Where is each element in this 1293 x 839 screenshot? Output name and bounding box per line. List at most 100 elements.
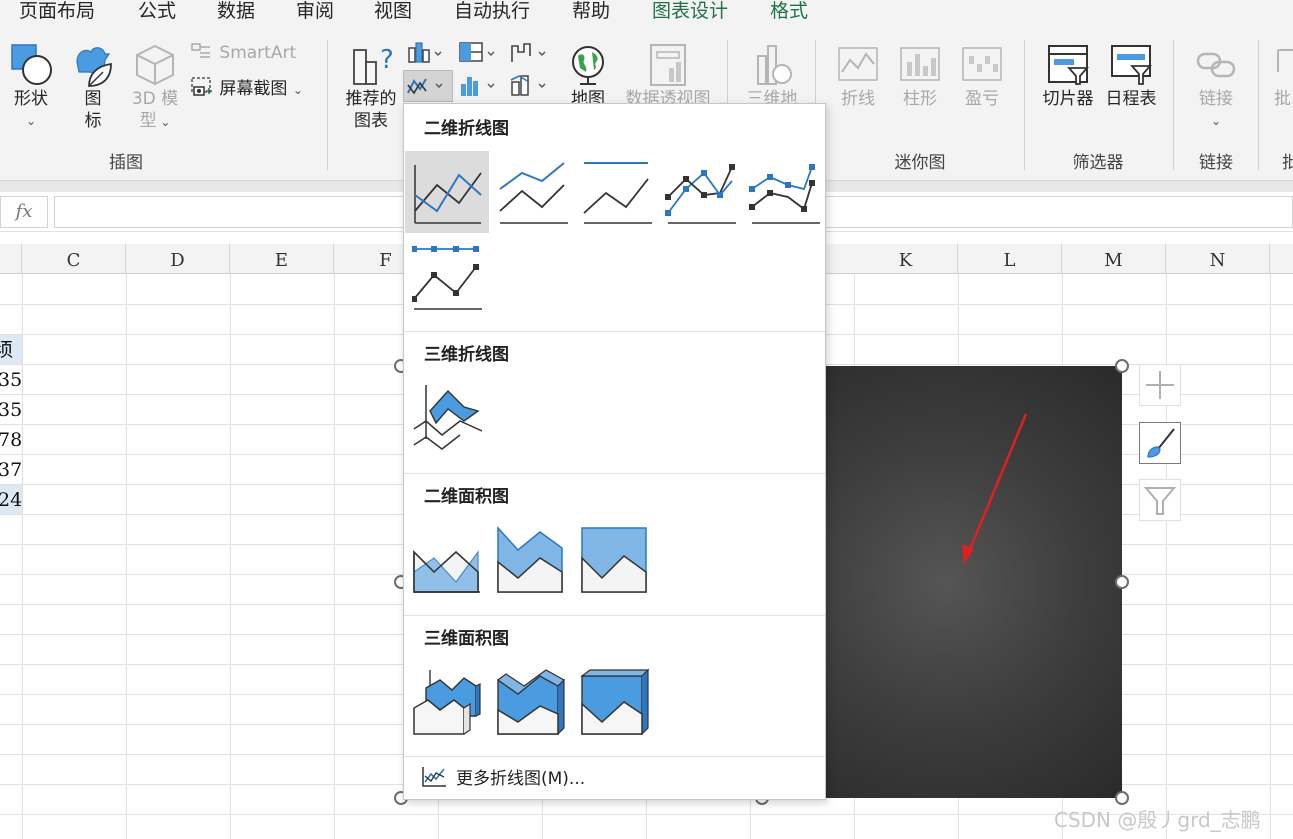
cell-value[interactable]: 37: [0, 456, 22, 484]
line-chart-button[interactable]: [403, 70, 453, 102]
chart-type-3d-stacked-area[interactable]: [496, 664, 576, 744]
comment-icon: [1277, 49, 1293, 72]
column-line: [230, 274, 231, 839]
chart-filters-button[interactable]: [1139, 479, 1181, 521]
tab-formulas[interactable]: 公式: [138, 0, 176, 22]
cell-value[interactable]: 35: [0, 366, 22, 394]
chart-type-area[interactable]: [412, 522, 492, 602]
slicer-button[interactable]: 切片器: [1038, 42, 1098, 110]
chart-type-3d-100-stacked-area[interactable]: [580, 664, 660, 744]
chart-type-stacked-line[interactable]: [496, 153, 576, 233]
column-header-d[interactable]: D: [126, 244, 230, 274]
link-icon: [1196, 52, 1236, 78]
recommended-label-2: 图表: [354, 111, 388, 131]
column-header-partial[interactable]: [0, 244, 22, 274]
combo-chart-icon: [510, 75, 546, 96]
section-divider: [404, 756, 825, 757]
shapes-icon: [11, 44, 52, 85]
sparkline-line-button[interactable]: 折线: [834, 42, 882, 110]
tab-review[interactable]: 审阅: [296, 0, 334, 22]
resize-handle-top-right[interactable]: [1115, 359, 1129, 373]
3d-line-chart-icon: [413, 385, 483, 450]
chart-styles-button[interactable]: [1139, 422, 1181, 464]
3d-models-button[interactable]: 3D 模 型 ⌄: [128, 42, 182, 133]
tab-view[interactable]: 视图: [374, 0, 412, 22]
chart-elements-button[interactable]: [1139, 364, 1181, 406]
shapes-button[interactable]: 形状 ⌄: [8, 42, 54, 132]
tab-chart-design[interactable]: 图表设计: [652, 0, 728, 22]
screenshot-button[interactable]: 屏幕截图 ⌄: [190, 76, 303, 101]
sparkline-column-button[interactable]: 柱形: [896, 42, 944, 110]
percent-stacked-area-chart-icon: [581, 527, 647, 593]
chart-type-100-stacked-area[interactable]: [580, 522, 660, 602]
waterfall-chart-button[interactable]: [509, 40, 549, 70]
3d-map-button[interactable]: 三维地: [742, 42, 802, 110]
chart-type-line[interactable]: [405, 151, 489, 233]
chart-type-line-markers[interactable]: [664, 153, 744, 233]
pivotchart-icon: [650, 44, 686, 86]
column-chart-button[interactable]: [405, 40, 445, 70]
chevron-down-icon: ⌄: [292, 83, 303, 97]
column-header-l[interactable]: L: [958, 244, 1062, 274]
stacked-line-markers-chart-icon: [749, 164, 820, 224]
icons-button[interactable]: 图 标: [70, 42, 116, 132]
globe-icon: [572, 46, 604, 85]
chart-type-100-stacked-line[interactable]: [580, 153, 660, 233]
group-divider: [1173, 40, 1174, 170]
filters-group-label: 筛选器: [1072, 153, 1124, 173]
comment-button[interactable]: 批: [1272, 42, 1293, 110]
3d-area-chart-icon: [413, 670, 481, 735]
map-chart-button[interactable]: 地图: [565, 42, 611, 110]
line-markers-chart-icon: [665, 164, 736, 224]
chart-type-3d-area[interactable]: [412, 664, 492, 744]
tab-data[interactable]: 数据: [217, 0, 255, 22]
chart-type-100-stacked-line-markers[interactable]: [411, 237, 492, 317]
resize-handle-bottom-right[interactable]: [1115, 791, 1129, 805]
recommended-charts-button[interactable]: ? 推荐的 图表: [340, 42, 402, 132]
fx-button[interactable]: fx: [0, 196, 48, 228]
chart-type-stacked-line-markers[interactable]: [748, 153, 828, 233]
timeline-button[interactable]: 日程表: [1100, 42, 1162, 110]
group-divider: [1024, 40, 1025, 170]
tab-format[interactable]: 格式: [770, 0, 808, 22]
percent-stacked-line-markers-chart-icon: [411, 246, 482, 310]
chart-area[interactable]: [826, 366, 1122, 798]
column-header-k[interactable]: K: [854, 244, 958, 274]
resize-handle-right[interactable]: [1115, 575, 1129, 589]
slicer-icon: [1048, 45, 1089, 85]
statistic-chart-button[interactable]: [458, 72, 498, 102]
stacked-area-chart-icon: [497, 526, 563, 593]
cell-value[interactable]: 78: [0, 426, 22, 454]
sparkline-winloss-icon: [962, 47, 1002, 81]
sparkline-line-label: 折线: [841, 89, 875, 109]
group-divider: [1258, 40, 1259, 170]
cell-header-partial[interactable]: 须: [0, 336, 13, 364]
sparkline-winloss-button[interactable]: 盈亏: [958, 42, 1006, 110]
column-header-m[interactable]: M: [1062, 244, 1166, 274]
column-chart-icon: [408, 42, 442, 63]
sparkline-column-icon: [900, 47, 940, 81]
hierarchy-chart-button[interactable]: [458, 40, 498, 70]
chart-type-3d-line[interactable]: [412, 379, 492, 459]
tab-page-layout[interactable]: 页面布局: [19, 0, 95, 22]
section-divider: [404, 331, 825, 332]
column-header-n[interactable]: N: [1166, 244, 1270, 274]
combo-chart-button[interactable]: [509, 72, 549, 102]
more-line-charts-item[interactable]: 更多折线图(M)...: [420, 764, 585, 794]
smartart-icon: [191, 43, 210, 58]
line-chart-dropdown: 二维折线图 三维折线图 二维面积图 三维面积图 更多折线图(M)...: [403, 103, 826, 800]
smartart-button[interactable]: SmartArt: [190, 41, 296, 64]
hierarchy-chart-icon: [459, 42, 495, 62]
cell-value[interactable]: 24: [0, 486, 22, 514]
chart-type-stacked-area[interactable]: [496, 522, 576, 602]
pivotchart-button[interactable]: 数据透视图: [622, 42, 714, 110]
tab-automate[interactable]: 自动执行: [454, 0, 530, 22]
recommended-charts-icon: ?: [353, 45, 394, 85]
cell-value[interactable]: 35: [0, 396, 22, 424]
link-button[interactable]: 链接 ⌄: [1190, 42, 1242, 132]
column-header-e[interactable]: E: [230, 244, 334, 274]
tab-help[interactable]: 帮助: [572, 0, 610, 22]
column-header-c[interactable]: C: [22, 244, 126, 274]
icons-label-2: 标: [84, 111, 102, 131]
smartart-label: SmartArt: [219, 43, 297, 63]
